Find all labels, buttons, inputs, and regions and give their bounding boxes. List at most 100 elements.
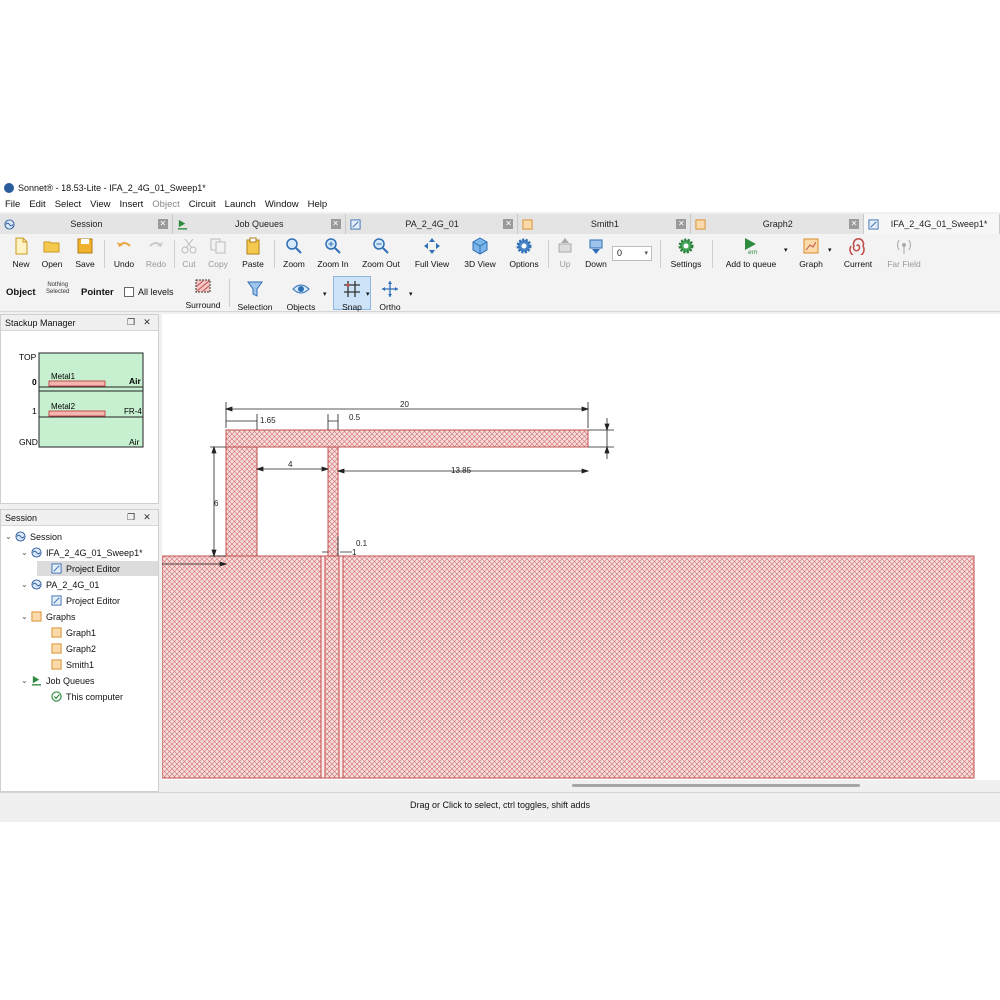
close-icon[interactable]: ✕ — [157, 219, 168, 229]
antenna-top-arm[interactable] — [225, 429, 589, 448]
tree-item-ifa-project[interactable]: ⌄ IFA_2_4G_01_Sweep1* — [21, 545, 143, 560]
tab-pa-project[interactable]: PA_2_4G_01 ✕ — [345, 214, 519, 234]
menu-help[interactable]: Help — [308, 199, 328, 210]
metal2-layer[interactable] — [48, 410, 106, 417]
close-icon[interactable]: ✕ — [142, 317, 152, 328]
tree-item-pa-project[interactable]: ⌄ PA_2_4G_01 — [21, 577, 99, 592]
full-view-button[interactable]: Full View — [410, 237, 454, 271]
all-levels-checkbox[interactable] — [124, 287, 134, 297]
tab-label: Job Queues — [234, 219, 284, 229]
3d-view-button[interactable]: 3D View — [460, 237, 500, 271]
object-label: Object — [6, 287, 36, 298]
metal1-layer[interactable] — [48, 380, 106, 387]
chevron-down-icon[interactable]: ⌄ — [21, 548, 31, 557]
layout-canvas[interactable]: 20 1.65 0.5 4 13.85 6 0.1 1 — [161, 314, 1000, 780]
chevron-down-icon[interactable]: ▾ — [323, 290, 327, 298]
settings-button[interactable]: Settings — [666, 237, 706, 271]
chevron-down-icon[interactable]: ▾ — [784, 246, 788, 254]
zoom-button[interactable]: Zoom — [280, 237, 308, 271]
paste-button[interactable]: Paste — [238, 237, 268, 271]
tree-item-this-computer[interactable]: This computer — [51, 689, 123, 704]
save-button[interactable]: Save — [72, 237, 98, 271]
close-icon[interactable]: ✕ — [676, 219, 687, 229]
undo-button[interactable]: Undo — [110, 237, 138, 271]
session-panel: Session ❐ ✕ ⌄ Session ⌄ IFA_2_4G_01_Swee… — [0, 509, 159, 792]
far-field-button[interactable]: Far Field — [882, 237, 926, 271]
cut-button[interactable]: Cut — [178, 237, 200, 271]
objects-visibility-button[interactable]: Objects — [283, 280, 319, 314]
panel-header: Session ❐ ✕ — [1, 510, 158, 526]
level-select[interactable]: 0 ▾ — [612, 246, 652, 261]
ortho-button[interactable]: Ortho — [375, 280, 405, 314]
zoom-in-button[interactable]: Zoom In — [314, 237, 352, 271]
session-icon — [15, 531, 26, 542]
chevron-down-icon[interactable]: ▾ — [409, 290, 413, 298]
chevron-down-icon[interactable]: ⌄ — [21, 676, 31, 685]
magnifier-icon — [286, 238, 302, 254]
menu-circuit[interactable]: Circuit — [189, 199, 216, 210]
redo-button[interactable]: Redo — [143, 237, 169, 271]
close-icon[interactable]: ✕ — [142, 512, 152, 523]
ground-plane[interactable] — [161, 555, 975, 779]
close-icon[interactable]: ✕ — [849, 219, 860, 229]
options-button[interactable]: Options — [506, 237, 542, 271]
toolbar-separator — [174, 240, 175, 268]
tab-label: IFA_2_4G_01_Sweep1* — [890, 219, 988, 229]
stackup-diagram: TOP 0 1 GND Metal1 Metal2 Air FR-4 Air — [19, 352, 144, 448]
up-button[interactable]: Up — [554, 237, 576, 271]
menu-insert[interactable]: Insert — [120, 199, 144, 210]
zoom-out-button[interactable]: Zoom Out — [358, 237, 404, 271]
current-button[interactable]: Current — [840, 237, 876, 271]
selection-filter-button[interactable]: Selection — [235, 280, 275, 314]
tree-item-graph2[interactable]: Graph2 — [51, 641, 96, 656]
surround-button[interactable]: Surround — [182, 278, 224, 312]
menu-object[interactable]: Object — [152, 199, 179, 210]
chevron-down-icon[interactable]: ▾ — [366, 290, 370, 298]
menu-select[interactable]: Select — [55, 199, 81, 210]
copy-icon — [210, 238, 226, 254]
tab-job-queues[interactable]: Job Queues ✕ — [172, 214, 346, 234]
tree-item-smith1[interactable]: Smith1 — [51, 657, 94, 672]
down-button[interactable]: Down — [582, 237, 610, 271]
tab-session[interactable]: Session ✕ — [0, 214, 173, 234]
chevron-down-icon[interactable]: ⌄ — [5, 532, 15, 541]
menu-file[interactable]: File — [5, 199, 20, 210]
chevron-down-icon[interactable]: ⌄ — [21, 612, 31, 621]
cube-icon — [472, 237, 488, 255]
close-icon[interactable]: ✕ — [503, 219, 514, 229]
chevron-down-icon[interactable]: ⌄ — [21, 580, 31, 589]
save-icon — [77, 238, 93, 254]
restore-window-icon[interactable]: ❐ — [126, 512, 136, 523]
antenna-short-arm[interactable] — [225, 446, 258, 557]
tree-item-project-editor[interactable]: Project Editor — [51, 593, 120, 608]
chevron-down-icon: ▾ — [644, 250, 648, 257]
stackup-top-label: TOP — [19, 352, 37, 362]
tree-item-job-queues[interactable]: ⌄ Job Queues — [21, 673, 95, 688]
add-to-queue-button[interactable]: em Add to queue — [718, 237, 784, 271]
menu-window[interactable]: Window — [265, 199, 299, 210]
menu-view[interactable]: View — [90, 199, 110, 210]
menu-edit[interactable]: Edit — [29, 199, 45, 210]
open-button[interactable]: Open — [38, 237, 66, 271]
tab-graph2[interactable]: Graph2 ✕ — [691, 214, 865, 234]
menu-launch[interactable]: Launch — [225, 199, 256, 210]
tab-ifa-project[interactable]: IFA_2_4G_01_Sweep1* — [864, 214, 1000, 234]
tab-smith1[interactable]: Smith1 ✕ — [518, 214, 692, 234]
new-button[interactable]: New — [8, 237, 34, 271]
feed-line[interactable] — [324, 555, 340, 779]
tree-item-graph1[interactable]: Graph1 — [51, 625, 96, 640]
antenna-feed-arm[interactable] — [327, 446, 339, 557]
scrollbar-thumb[interactable] — [572, 784, 860, 787]
graph-button[interactable]: Graph — [794, 237, 828, 271]
tree-item-project-editor[interactable]: Project Editor — [37, 561, 158, 576]
job-queue-icon — [31, 675, 42, 686]
chevron-down-icon[interactable]: ▾ — [828, 246, 832, 254]
copy-button[interactable]: Copy — [205, 237, 231, 271]
horizontal-scrollbar[interactable] — [162, 780, 1000, 792]
tree-item-session[interactable]: ⌄ Session — [5, 529, 62, 544]
circuit-layout[interactable]: 20 1.65 0.5 4 13.85 6 0.1 1 — [161, 314, 1000, 780]
close-icon[interactable]: ✕ — [330, 219, 341, 229]
toolbar-separator — [712, 240, 713, 268]
restore-window-icon[interactable]: ❐ — [126, 317, 136, 328]
tree-item-graphs[interactable]: ⌄ Graphs — [21, 609, 76, 624]
